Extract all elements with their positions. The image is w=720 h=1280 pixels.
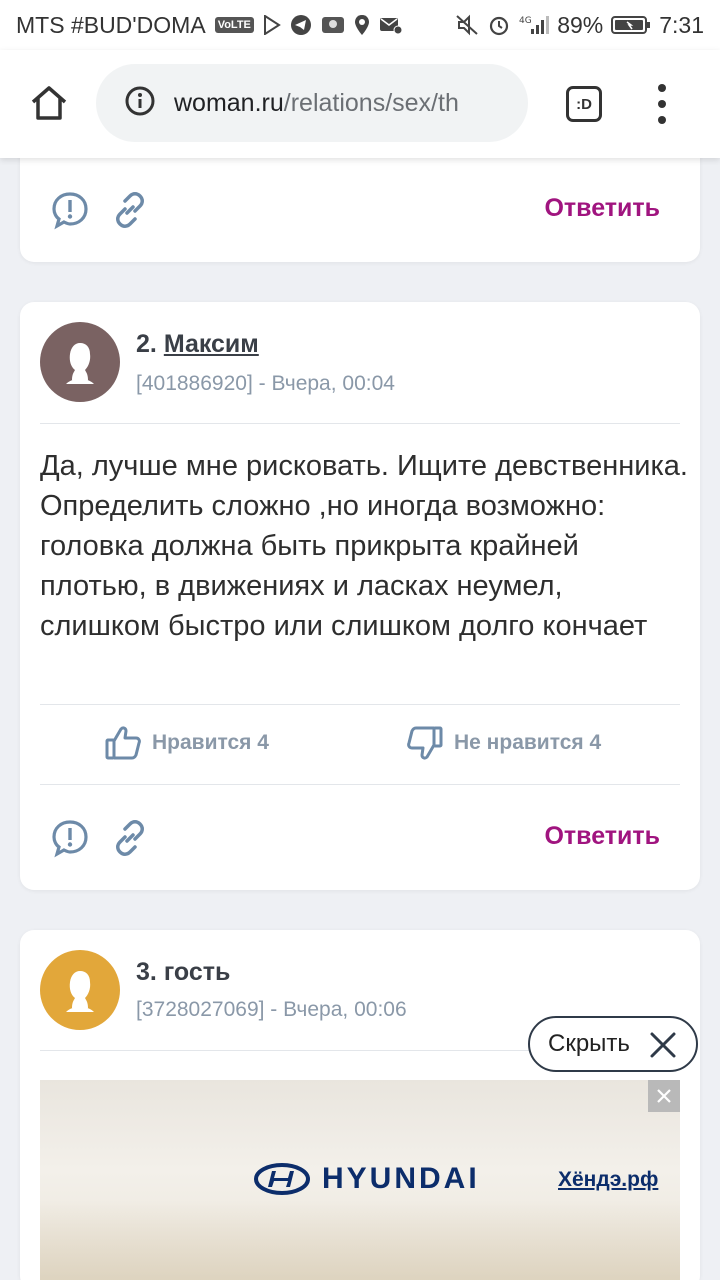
tabs-button[interactable]: :D <box>566 86 602 122</box>
comment-actions: Ответить <box>20 180 700 240</box>
like-button[interactable]: Нравится 4 <box>104 724 269 762</box>
home-button[interactable] <box>26 80 72 126</box>
ad-brand: HYUNDAI <box>322 1162 480 1195</box>
comment-author: 3. гость <box>136 958 230 987</box>
report-icon <box>52 820 88 858</box>
user-silhouette-icon <box>40 950 120 1030</box>
hyundai-logo: HYUNDAI <box>254 1162 480 1196</box>
like-label: Нравится 4 <box>152 731 269 754</box>
network-type: 4G <box>519 16 532 26</box>
clock: 7:31 <box>659 11 704 38</box>
link-icon <box>116 820 144 856</box>
home-icon <box>31 86 67 120</box>
menu-dot <box>658 116 666 124</box>
avatar <box>40 950 120 1030</box>
alarm-icon <box>487 13 511 37</box>
comment-text: Да, лучше мне рисковать. Ищите девственн… <box>40 450 688 642</box>
ad-background <box>40 1200 680 1280</box>
dislike-label: Не нравится 4 <box>454 731 602 754</box>
dislike-button[interactable]: Не нравится 4 <box>406 724 601 762</box>
menu-dot <box>658 84 666 92</box>
address-bar[interactable]: woman.ru/relations/sex/th <box>96 64 528 142</box>
hide-ad-label: Скрыть <box>548 1030 630 1057</box>
browser-toolbar: woman.ru/relations/sex/th :D <box>0 50 720 158</box>
copy-link-button[interactable] <box>108 816 152 860</box>
report-icon <box>52 192 88 230</box>
signal-icon: 4G <box>519 14 550 36</box>
report-button[interactable] <box>48 816 92 860</box>
author-name: гость <box>163 958 231 986</box>
close-icon <box>648 1030 678 1067</box>
comment-number: 2. <box>136 330 157 358</box>
mute-icon <box>455 14 479 36</box>
reply-button[interactable]: Ответить <box>544 822 660 851</box>
link-icon <box>116 192 144 228</box>
hide-ad-button[interactable]: Скрыть <box>528 1016 698 1072</box>
carrier-label: MTS #BUD'DOMA <box>16 11 206 38</box>
battery-icon <box>611 14 651 36</box>
status-bar: MTS #BUD'DOMA VoLTE 4G 89% 7:31 <box>0 0 720 50</box>
reply-button[interactable]: Ответить <box>544 194 660 223</box>
huawei-icon <box>321 15 345 35</box>
thumbs-down-icon <box>407 726 443 760</box>
battery-percent: 89% <box>557 11 604 38</box>
location-icon <box>354 14 370 36</box>
avatar <box>40 322 120 402</box>
copy-link-button[interactable] <box>108 188 152 232</box>
browser-menu-button[interactable] <box>650 84 674 124</box>
thumbs-up-icon <box>105 726 141 760</box>
mail-settings-icon <box>379 15 403 35</box>
comment-actions: Ответить <box>20 808 700 868</box>
author-link[interactable]: Максим <box>164 330 259 358</box>
close-icon <box>657 1089 671 1103</box>
divider <box>40 423 680 424</box>
site-info-icon[interactable] <box>124 85 156 122</box>
comment-number: 3. <box>136 958 157 986</box>
play-store-icon <box>263 15 281 35</box>
telegram-icon <box>290 14 312 36</box>
ad-link[interactable]: Хёндэ.рф <box>558 1168 658 1192</box>
comment-card: 2. Максим [401886920] - Вчера, 00:04 Да,… <box>20 302 700 890</box>
ad-banner[interactable]: HYUNDAI Хёндэ.рф <box>40 1080 680 1280</box>
report-button[interactable] <box>48 188 92 232</box>
divider <box>40 704 680 705</box>
comment-author: 2. Максим <box>136 330 259 359</box>
volte-badge: VoLTE <box>214 17 254 33</box>
comment-meta: [3728027069] - Вчера, 00:06 <box>136 998 407 1021</box>
divider <box>40 784 680 785</box>
ad-close-button[interactable] <box>648 1080 680 1112</box>
comment-meta: [401886920] - Вчера, 00:04 <box>136 372 395 395</box>
user-silhouette-icon <box>40 322 120 402</box>
hyundai-emblem-icon <box>254 1163 310 1195</box>
menu-dot <box>658 100 666 108</box>
url-path: /relations/sex/th <box>283 88 459 117</box>
url-host: woman.ru <box>174 88 284 117</box>
